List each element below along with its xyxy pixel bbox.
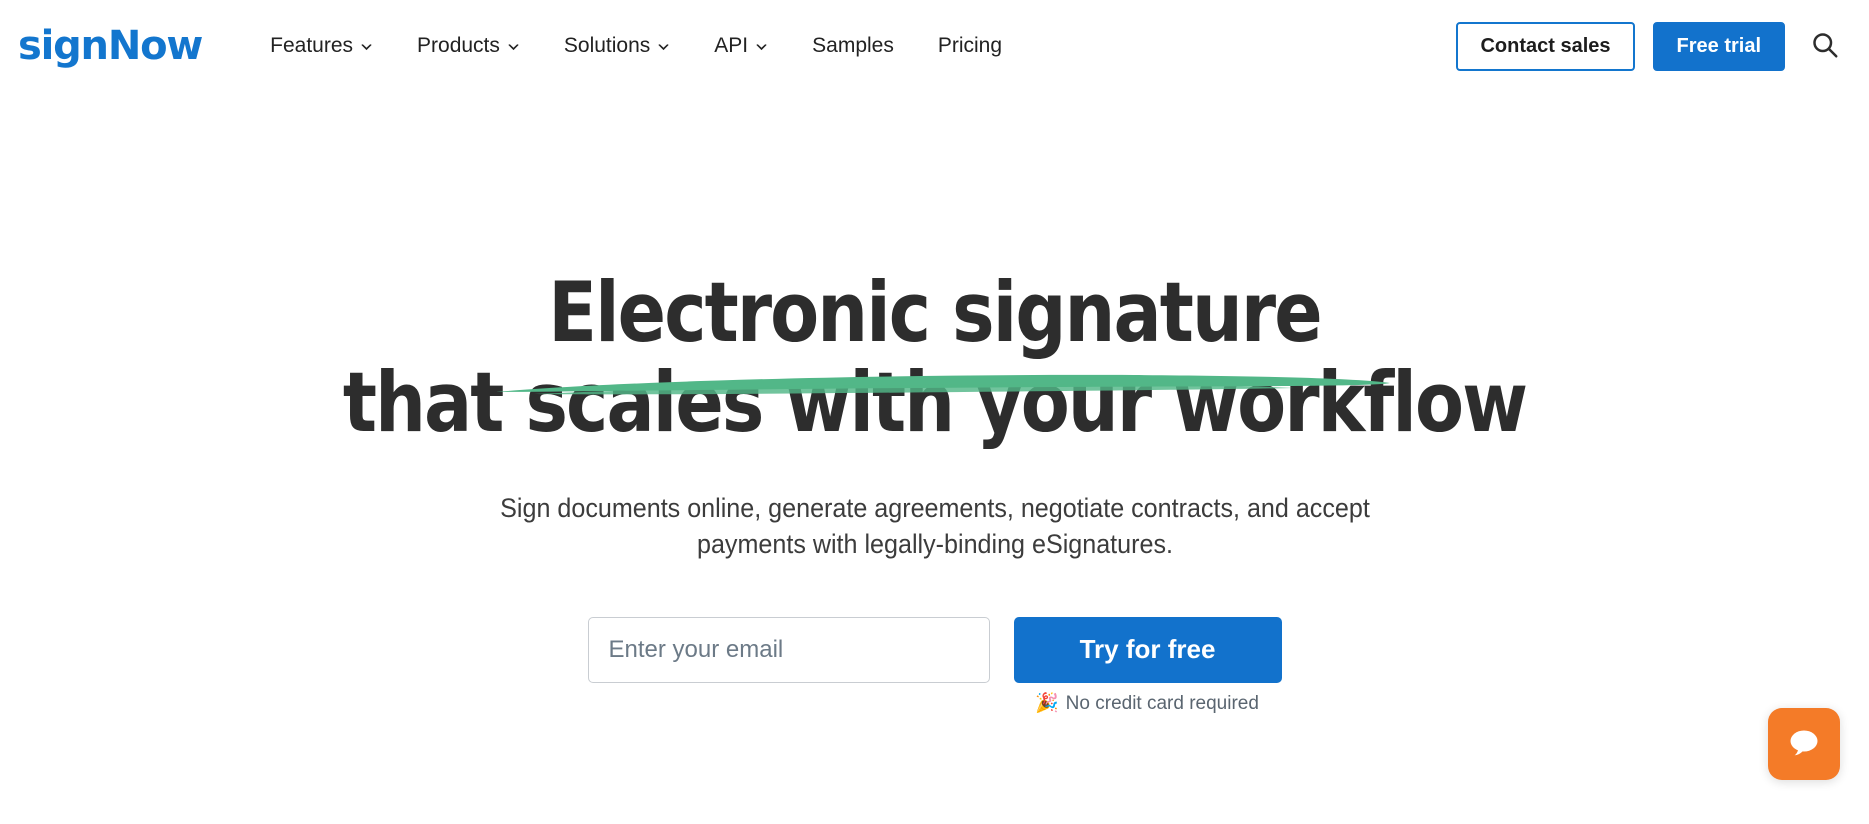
search-button[interactable] <box>1805 26 1845 66</box>
nav-item-samples[interactable]: Samples <box>790 24 916 68</box>
subtitle-line-1: Sign documents online, generate agreemen… <box>499 493 1370 524</box>
chat-bubble-icon <box>1786 726 1822 763</box>
main-navigation: Features Products Solutions API Samples <box>248 24 1024 68</box>
nav-label-solutions: Solutions <box>563 34 651 57</box>
chevron-down-icon <box>755 41 768 54</box>
party-popper-icon: 🎉 <box>1035 693 1059 714</box>
headline-line-1: Electronic signature <box>548 264 1322 361</box>
no-credit-card-text: No credit card required <box>1065 692 1259 714</box>
hero-headline: Electronic signature that scales with yo… <box>0 268 1869 447</box>
hero-cta-row: Try for free <box>0 616 1869 683</box>
nav-label-api: API <box>714 34 749 57</box>
nav-label-features: Features <box>270 34 354 57</box>
no-credit-card-note: 🎉 No credit card required <box>1035 693 1259 715</box>
header-actions: Contact sales Free trial <box>1456 21 1845 71</box>
chevron-down-icon <box>657 41 670 54</box>
chat-widget-button[interactable] <box>1768 708 1840 780</box>
signnow-logo[interactable]: signNow <box>18 23 203 69</box>
nav-item-api[interactable]: API <box>692 24 790 68</box>
try-for-free-button[interactable]: Try for free <box>1013 616 1282 683</box>
free-trial-button[interactable]: Free trial <box>1652 21 1785 71</box>
chevron-down-icon <box>360 41 373 54</box>
nav-label-samples: Samples <box>812 34 894 57</box>
site-header: signNow Features Products Solutions API <box>0 0 1869 92</box>
cta-note-wrapper: 🎉 No credit card required <box>0 693 1869 723</box>
email-input[interactable] <box>587 616 990 683</box>
hero-subtitle: Sign documents online, generate agreemen… <box>423 491 1446 562</box>
search-icon <box>1810 30 1840 63</box>
contact-sales-button[interactable]: Contact sales <box>1456 21 1635 71</box>
headline-line-2: that scales with your workflow <box>342 353 1528 451</box>
nav-item-solutions[interactable]: Solutions <box>542 24 692 68</box>
nav-item-features[interactable]: Features <box>248 24 395 68</box>
nav-label-pricing: Pricing <box>937 34 1003 57</box>
hero-section: Electronic signature that scales with yo… <box>0 92 1869 723</box>
chevron-down-icon <box>507 41 520 54</box>
nav-label-products: Products <box>417 34 500 57</box>
subtitle-line-2: payments with legally-binding eSignature… <box>696 528 1173 559</box>
logo-text: signNow <box>18 23 203 69</box>
nav-item-pricing[interactable]: Pricing <box>916 24 1024 68</box>
nav-item-products[interactable]: Products <box>395 24 542 68</box>
